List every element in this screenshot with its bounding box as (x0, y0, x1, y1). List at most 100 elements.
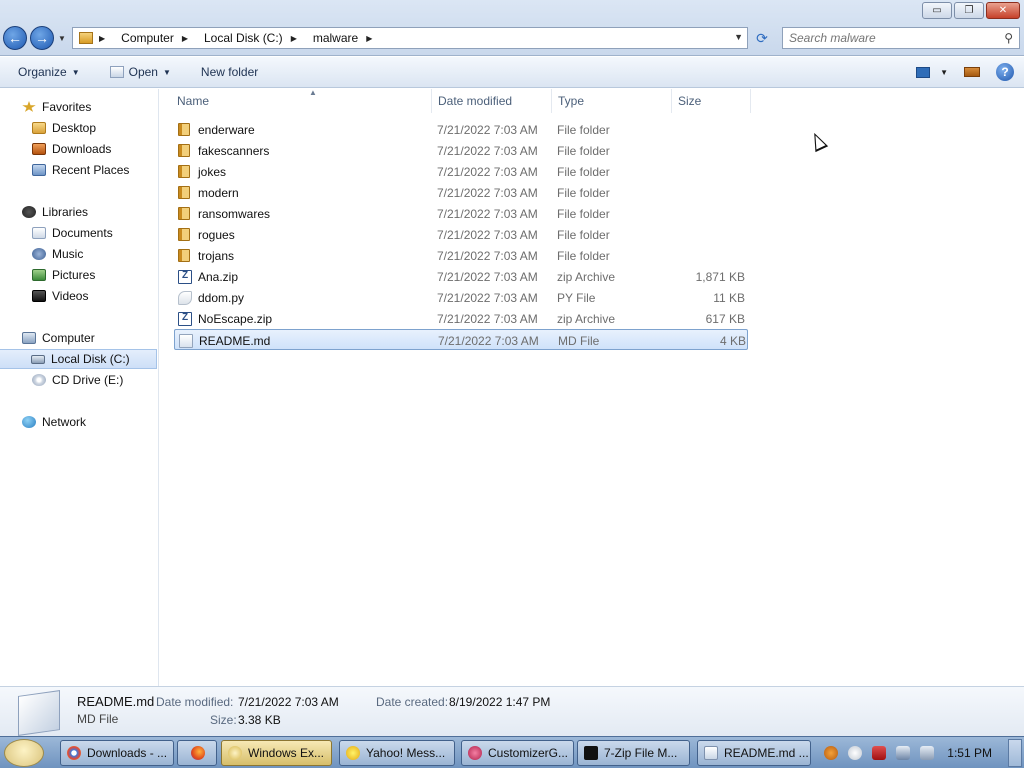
file-row[interactable]: modern 7/21/2022 7:03 AM File folder (174, 182, 748, 203)
file-row[interactable]: ddom.py 7/21/2022 7:03 AM PY File 11 KB (174, 287, 748, 308)
breadcrumb-start[interactable]: ▶ (99, 34, 113, 43)
breadcrumb-sep[interactable]: ▶ (291, 34, 305, 43)
file-date-modified: 7/21/2022 7:03 AM (437, 311, 538, 326)
volume-icon[interactable] (920, 746, 934, 760)
task-firefox[interactable] (177, 740, 217, 766)
task-yahoo-messenger[interactable]: Yahoo! Mess... (339, 740, 455, 766)
file-name-cell: NoEscape.zip (178, 308, 272, 329)
file-type: File folder (557, 185, 610, 200)
nav-music[interactable]: Music (0, 244, 157, 264)
nav-local-disk[interactable]: Local Disk (C:) (0, 349, 157, 369)
help-icon[interactable]: ? (996, 63, 1014, 81)
search-box[interactable]: ⚲ (782, 27, 1020, 49)
firefox-icon (191, 746, 205, 760)
search-tray-icon[interactable] (824, 746, 838, 760)
file-row[interactable]: jokes 7/21/2022 7:03 AM File folder (174, 161, 748, 182)
close-button[interactable]: ✕ (986, 2, 1020, 19)
chevron-right-icon: ▶ (290, 33, 297, 43)
open-menu[interactable]: Open ▼ (104, 57, 177, 88)
nav-computer[interactable]: Computer (0, 328, 157, 348)
python-file-icon (178, 290, 192, 305)
task-7zip[interactable]: 7-Zip File M... (577, 740, 690, 766)
nav-downloads[interactable]: Downloads (0, 139, 157, 159)
network-tray-icon[interactable] (896, 746, 910, 760)
column-size[interactable]: Size (672, 89, 751, 113)
file-size: 1,871 KB (695, 269, 745, 284)
nav-libraries[interactable]: Libraries (0, 202, 157, 222)
navigation-pane: Favorites Desktop Downloads Recent Place… (0, 89, 159, 686)
nav-network[interactable]: Network (0, 412, 157, 432)
file-row[interactable]: enderware 7/21/2022 7:03 AM File folder (174, 119, 748, 140)
file-row[interactable]: NoEscape.zip 7/21/2022 7:03 AM zip Archive… (174, 308, 748, 329)
file-row[interactable]: fakescanners 7/21/2022 7:03 AM File folder (174, 140, 748, 161)
breadcrumb-sep[interactable]: ▶ (182, 34, 196, 43)
action-center-icon[interactable] (872, 746, 886, 760)
breadcrumb-malware[interactable]: malware (313, 31, 358, 45)
file-size (677, 224, 745, 245)
folder-icon (178, 165, 190, 178)
minimize-button[interactable]: ▭ (922, 2, 952, 19)
file-name: ddom.py (198, 290, 245, 305)
file-row[interactable]: trojans 7/21/2022 7:03 AM File folder (174, 245, 748, 266)
file-type: File folder (557, 227, 610, 242)
nav-pictures[interactable]: Pictures (0, 265, 157, 285)
task-windows-explorer[interactable]: Windows Ex... (221, 740, 332, 766)
nav-videos[interactable]: Videos (0, 286, 157, 306)
file-size (677, 119, 745, 140)
recent-pages-dropdown[interactable]: ▼ (58, 34, 66, 43)
file-date-modified: 7/21/2022 7:03 AM (437, 143, 538, 158)
change-view-button[interactable]: ▼ (916, 66, 948, 78)
file-date-modified: 7/21/2022 7:03 AM (437, 269, 538, 284)
column-type[interactable]: Type (552, 89, 672, 113)
task-downloads[interactable]: Downloads - ... (60, 740, 174, 766)
column-date-modified[interactable]: Date modified (432, 89, 552, 113)
preview-pane-icon[interactable] (964, 67, 980, 77)
breadcrumb-sep[interactable]: ▶ (366, 34, 380, 43)
address-bar[interactable]: ▶ Computer ▶ Local Disk (C:) ▶ malware ▶… (72, 27, 748, 49)
file-name-cell: ransomwares (178, 203, 270, 224)
file-date-modified: 7/21/2022 7:03 AM (437, 122, 538, 137)
nav-recent-places[interactable]: Recent Places (0, 160, 157, 180)
address-dropdown[interactable]: ▼ (734, 32, 743, 42)
file-size (677, 182, 745, 203)
task-customizer[interactable]: CustomizerG... (461, 740, 574, 766)
column-name[interactable]: Name ▲ (171, 88, 432, 113)
folder-icon (178, 207, 190, 220)
nav-cd-drive[interactable]: CD Drive (E:) (0, 370, 157, 390)
refresh-button[interactable]: ⟳ (751, 28, 773, 48)
cd-drive-icon (32, 374, 46, 386)
date-created-value: 8/19/2022 1:47 PM (449, 695, 551, 709)
nav-documents[interactable]: Documents (0, 223, 157, 243)
file-row[interactable]: ransomwares 7/21/2022 7:03 AM File folder (174, 203, 748, 224)
task-readme-notepad[interactable]: README.md ... (697, 740, 811, 766)
view-icon (916, 66, 931, 78)
file-thumbnail-icon (18, 690, 60, 736)
forward-button[interactable]: → (30, 26, 54, 50)
search-icon[interactable]: ⚲ (1004, 31, 1013, 45)
file-row[interactable]: rogues 7/21/2022 7:03 AM File folder (174, 224, 748, 245)
start-button[interactable] (4, 739, 44, 767)
show-desktop-button[interactable] (1008, 739, 1022, 767)
clock[interactable]: 1:51 PM (947, 746, 992, 760)
file-type: File folder (557, 248, 610, 263)
search-input[interactable] (789, 31, 989, 45)
file-size: 617 KB (705, 311, 745, 326)
emoji-tray-icon[interactable] (848, 746, 862, 760)
new-folder-button[interactable]: New folder (195, 57, 264, 88)
recent-places-icon (32, 164, 46, 176)
file-row[interactable]: Ana.zip 7/21/2022 7:03 AM zip Archive 1,871… (174, 266, 748, 287)
nav-desktop[interactable]: Desktop (0, 118, 157, 138)
toolbar-right: ▼ ? (916, 63, 1014, 81)
file-row[interactable]: README.md 7/21/2022 7:03 AM MD File 4 KB (174, 329, 748, 350)
organize-menu[interactable]: Organize ▼ (12, 57, 86, 88)
file-date-modified: 7/21/2022 7:03 AM (437, 206, 538, 221)
file-date-modified: 7/21/2022 7:03 AM (437, 185, 538, 200)
flower-icon (468, 746, 482, 760)
nav-favorites[interactable]: Favorites (0, 97, 157, 117)
folder-icon (178, 186, 190, 199)
back-button[interactable]: ← (3, 26, 27, 50)
chevron-right-icon: ▶ (99, 33, 106, 43)
breadcrumb-computer[interactable]: Computer (121, 31, 174, 45)
maximize-button[interactable]: ❐ (954, 2, 984, 19)
breadcrumb-local-disk[interactable]: Local Disk (C:) (204, 31, 283, 45)
